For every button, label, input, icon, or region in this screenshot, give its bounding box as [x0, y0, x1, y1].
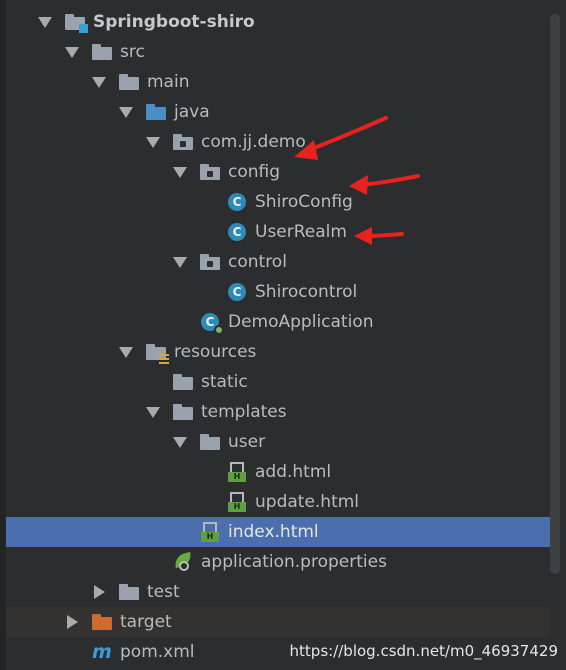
annotation-arrow-userrealm: [354, 227, 404, 245]
annotation-arrows: [294, 116, 420, 245]
annotation-arrow-config: [349, 174, 420, 195]
watermark-url: https://blog.csdn.net/m0_46937429: [289, 642, 558, 660]
project-tree-panel: Springboot-shiro src main java com.jj.de…: [0, 0, 566, 670]
annotation-arrow-com-jj-demo: [294, 116, 388, 160]
